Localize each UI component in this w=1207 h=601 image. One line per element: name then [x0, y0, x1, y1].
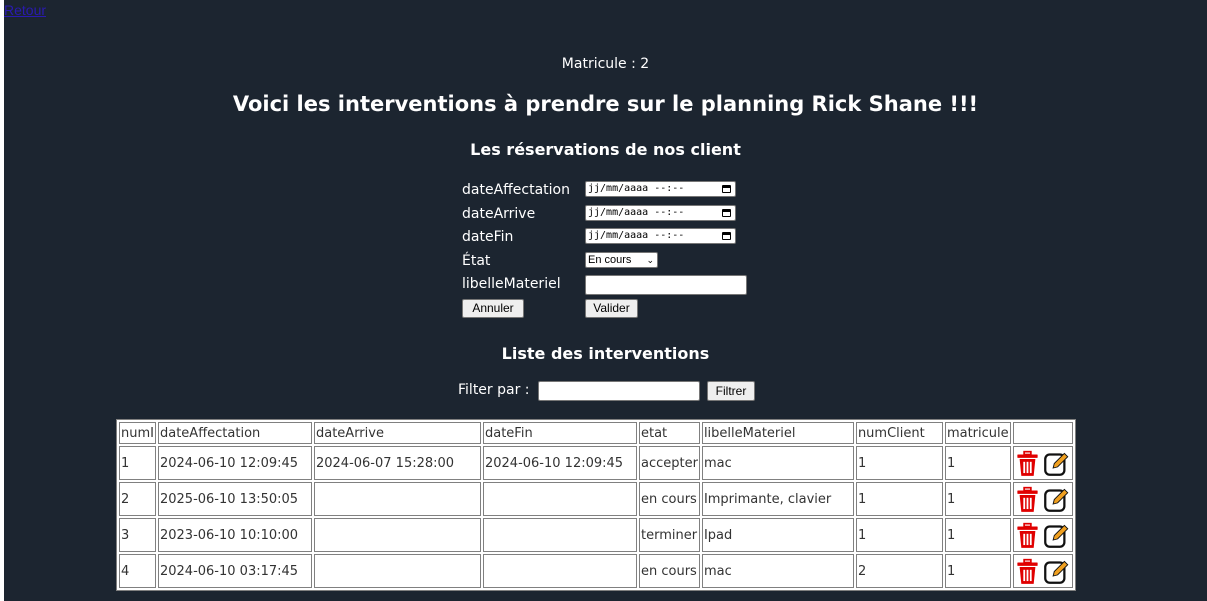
table-cell — [313, 482, 481, 516]
table-cell — [313, 518, 481, 552]
table-cell: 2025-06-10 13:50:05 — [157, 482, 312, 516]
calendar-icon[interactable] — [722, 232, 731, 240]
date-fin-input[interactable]: jj/mm/aaaa --:-- — [585, 228, 736, 244]
table-cell — [482, 518, 637, 552]
reservations-heading: Les réservations de nos client — [470, 140, 741, 159]
table-header-row: numI dateAffectation dateArrive dateFin … — [119, 422, 1073, 444]
column-header: etat — [638, 422, 700, 444]
edit-icon[interactable] — [1043, 450, 1070, 477]
submit-button[interactable]: Valider — [585, 298, 638, 318]
table-cell: 2024-06-10 12:09:45 — [157, 446, 312, 480]
edit-icon[interactable] — [1043, 522, 1070, 549]
table-cell: 1 — [119, 446, 156, 480]
table-row: 3 2023-06-10 10:10:00 terminer Ipad 1 1 — [119, 518, 1073, 552]
table-cell: Imprimante, clavier — [701, 482, 854, 516]
page-title: Voici les interventions à prendre sur le… — [232, 92, 979, 116]
edit-icon[interactable] — [1043, 558, 1070, 585]
libelle-materiel-input[interactable] — [585, 275, 747, 295]
back-link[interactable]: Retour — [4, 2, 46, 18]
table-row: 4 2024-06-10 03:17:45 en cours mac 2 1 — [119, 554, 1073, 588]
column-header: dateAffectation — [157, 422, 312, 444]
column-header: dateArrive — [313, 422, 481, 444]
column-header: matricule — [944, 422, 1011, 444]
table-cell: 3 — [119, 518, 156, 552]
table-cell: 1 — [944, 446, 1011, 480]
filter-input[interactable] — [538, 381, 700, 401]
trash-icon[interactable] — [1014, 486, 1041, 513]
table-cell: mac — [701, 554, 854, 588]
table-cell: 1 — [944, 518, 1011, 552]
table-cell: 1 — [855, 518, 943, 552]
page: Retour Matricule : 2 Voici les intervent… — [4, 0, 1207, 601]
table-cell: 4 — [119, 554, 156, 588]
date-arrive-input[interactable]: jj/mm/aaaa --:-- — [585, 204, 736, 221]
table-row: 2 2025-06-10 13:50:05 en cours Imprimante, … — [119, 482, 1073, 516]
table-cell: 2 — [855, 554, 943, 588]
etat-select[interactable]: En cours ⌄ — [585, 251, 658, 268]
row-actions — [1012, 518, 1073, 552]
column-header: libelleMateriel — [701, 422, 854, 444]
interventions-heading: Liste des interventions — [501, 344, 710, 363]
trash-icon[interactable] — [1014, 558, 1041, 585]
date-arrive-value: jj/mm/aaaa --:-- — [588, 206, 685, 218]
table-row: 1 2024-06-10 12:09:45 2024-06-07 15:28:00 2… — [119, 446, 1073, 480]
table-cell: accepter — [638, 446, 700, 480]
matricule-text: Matricule : 2 — [561, 56, 650, 72]
table-cell: 2024-06-07 15:28:00 — [313, 446, 481, 480]
table-cell: 2023-06-10 10:10:00 — [157, 518, 312, 552]
table-cell — [482, 482, 637, 516]
etat-selected-value: En cours — [588, 253, 632, 266]
date-affectation-value: jj/mm/aaaa --:-- — [588, 183, 685, 194]
table-cell — [482, 554, 637, 588]
cancel-button[interactable]: Annuler — [462, 298, 524, 318]
date-affectation-label: dateAffectation — [462, 182, 570, 198]
table-cell: Ipad — [701, 518, 854, 552]
chevron-down-icon: ⌄ — [646, 254, 654, 265]
row-actions — [1012, 482, 1073, 516]
filter-button[interactable]: Filtrer — [707, 381, 755, 401]
table-cell: terminer — [638, 518, 700, 552]
etat-label: État — [462, 252, 491, 269]
column-header: numClient — [855, 422, 943, 444]
calendar-icon[interactable] — [722, 185, 731, 193]
table-cell — [313, 554, 481, 588]
date-fin-label: dateFin — [462, 229, 514, 245]
table-cell: en cours — [638, 554, 700, 588]
date-affectation-input[interactable]: jj/mm/aaaa --:-- — [585, 181, 736, 197]
row-actions — [1012, 446, 1073, 480]
table-cell: 1 — [855, 446, 943, 480]
table-cell: 1 — [944, 482, 1011, 516]
libelle-materiel-label: libelleMateriel — [462, 276, 561, 292]
column-header: numI — [119, 422, 156, 444]
filter-label: Filter par : — [458, 382, 530, 398]
column-header: dateFin — [482, 422, 637, 444]
date-arrive-label: dateArrive — [462, 205, 536, 222]
row-actions — [1012, 554, 1073, 588]
table-cell: 2024-06-10 03:17:45 — [157, 554, 312, 588]
table-cell: 1 — [944, 554, 1011, 588]
actions-header — [1012, 422, 1073, 444]
date-fin-value: jj/mm/aaaa --:-- — [588, 230, 685, 241]
table-cell: en cours — [638, 482, 700, 516]
table-cell: mac — [701, 446, 854, 480]
table-cell: 1 — [855, 482, 943, 516]
trash-icon[interactable] — [1014, 450, 1041, 477]
table-cell: 2024-06-10 12:09:45 — [482, 446, 637, 480]
interventions-table: numI dateAffectation dateArrive dateFin … — [116, 419, 1076, 591]
edit-icon[interactable] — [1043, 486, 1070, 513]
table-cell: 2 — [119, 482, 156, 516]
calendar-icon[interactable] — [722, 208, 731, 217]
trash-icon[interactable] — [1014, 522, 1041, 549]
